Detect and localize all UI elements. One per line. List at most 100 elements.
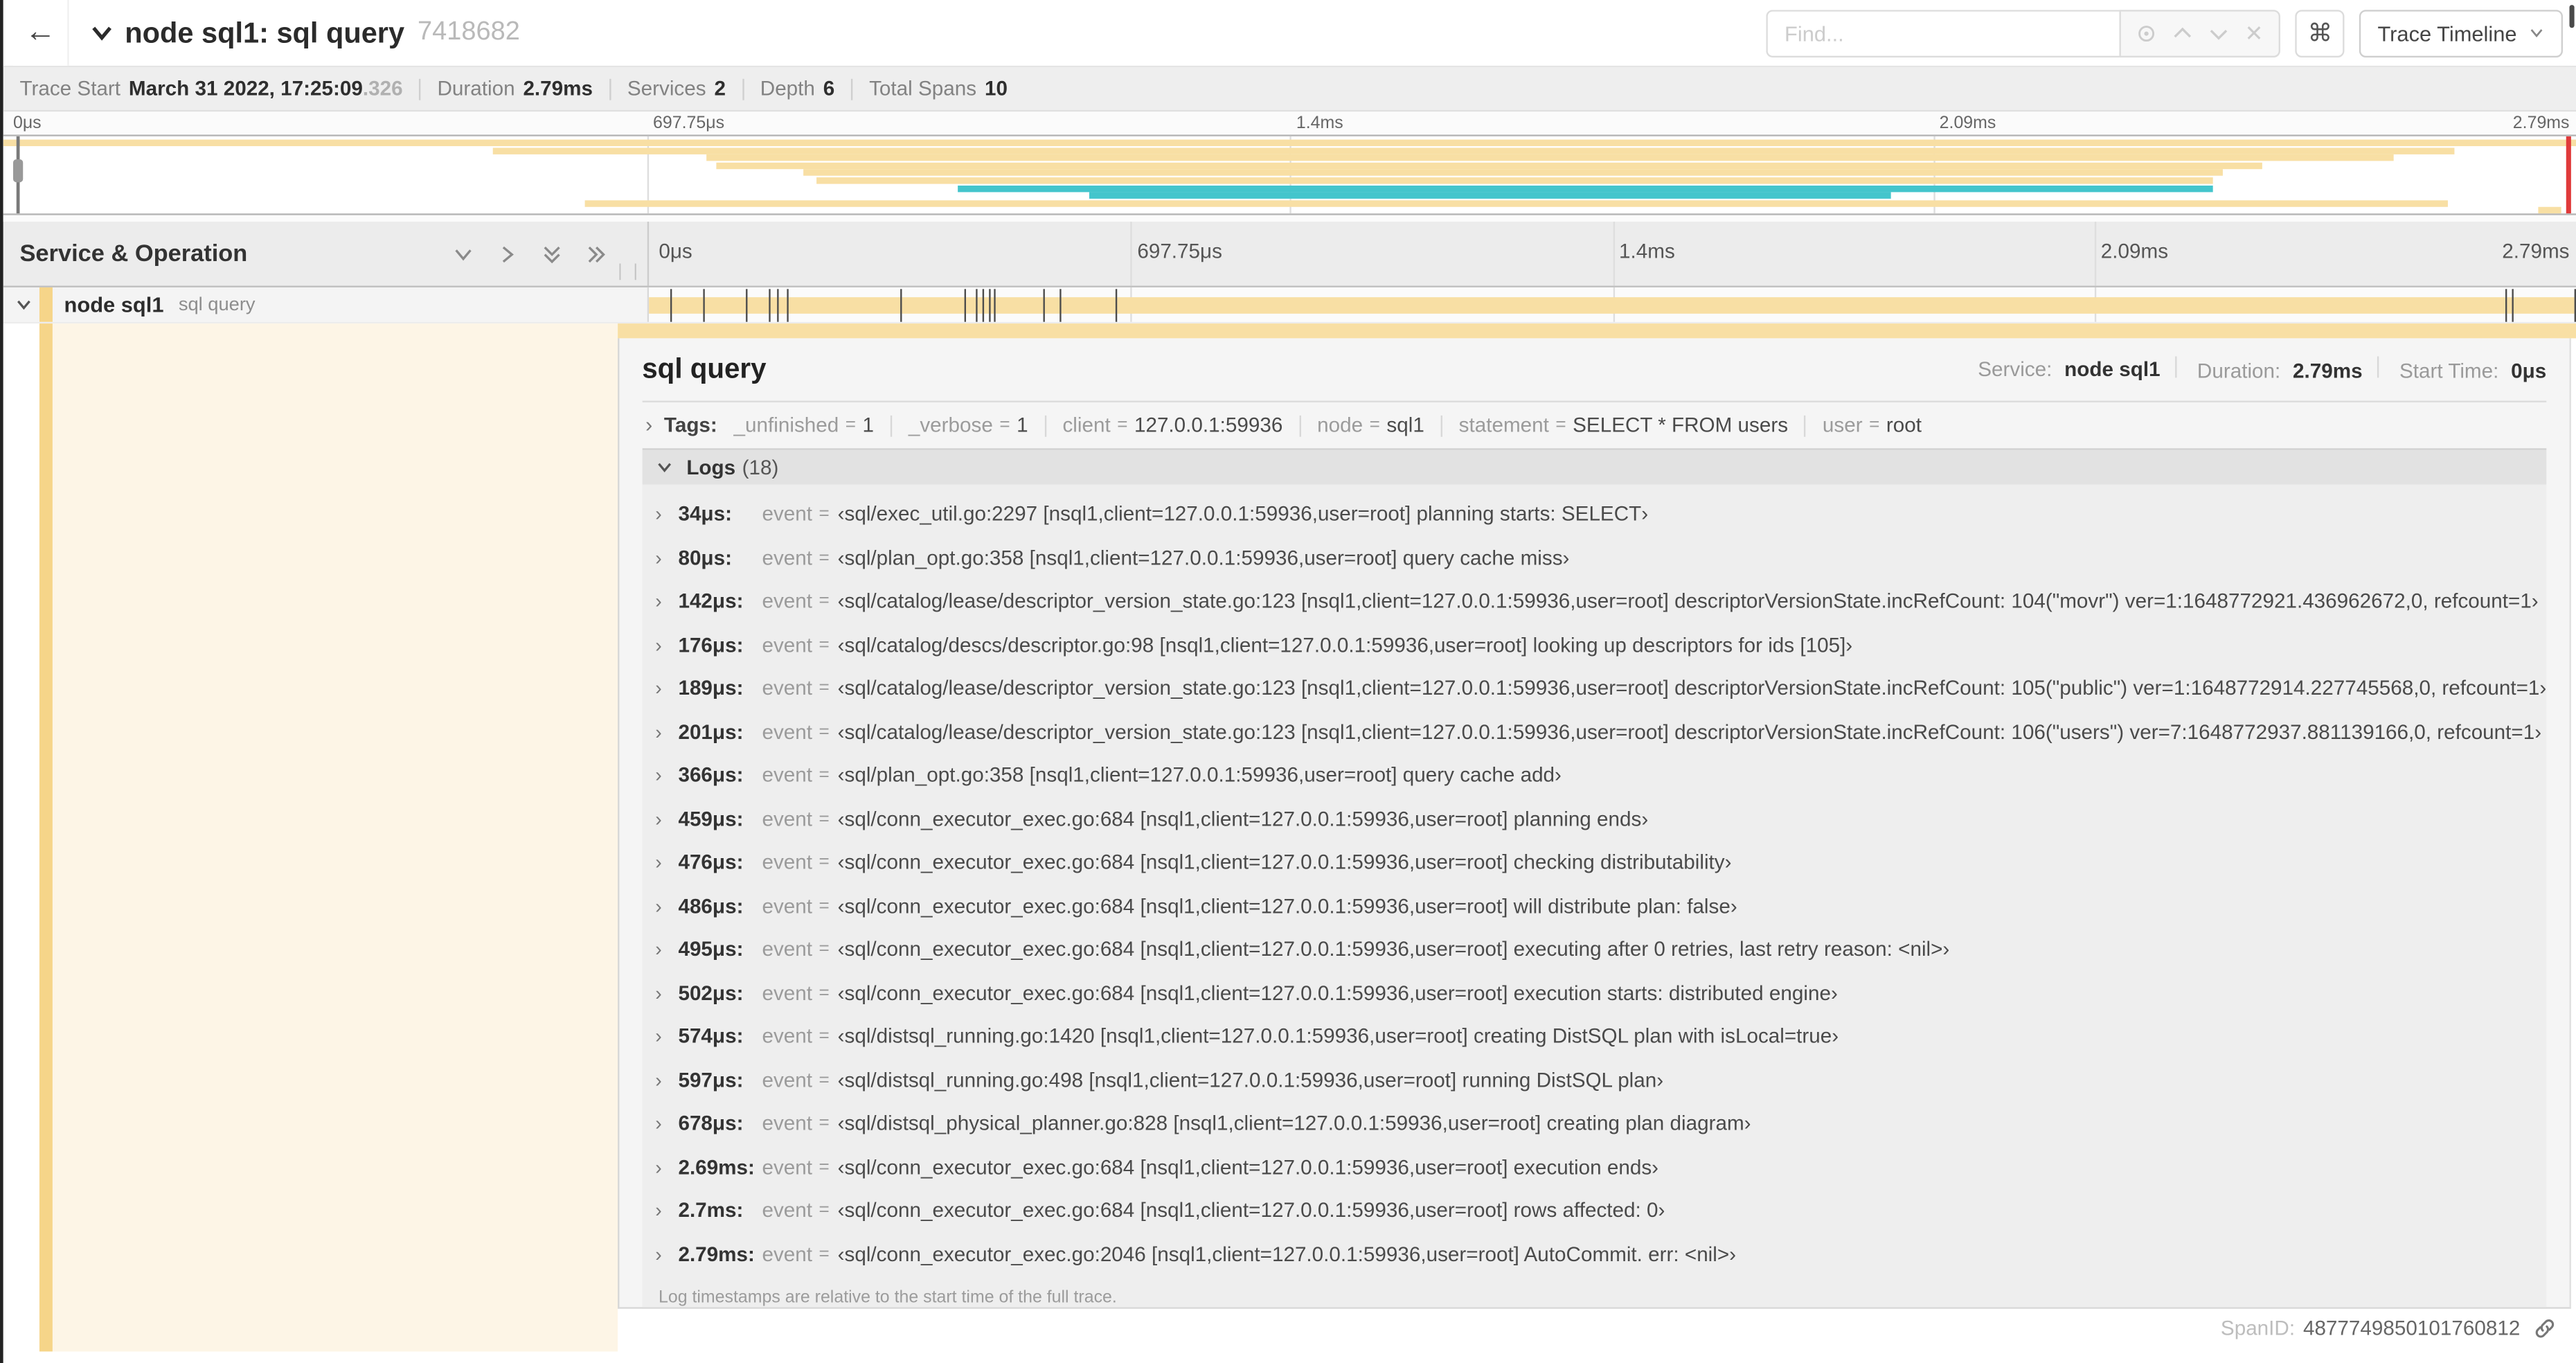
- log-event-key: event: [762, 1068, 813, 1092]
- timeline-gridline: [1612, 222, 1614, 286]
- minimap-left-scrubber[interactable]: [12, 136, 24, 214]
- tags-label: Tags:: [663, 413, 717, 437]
- back-button[interactable]: ←: [12, 0, 69, 66]
- logs-header[interactable]: Logs (18): [642, 449, 2547, 485]
- log-event-key: event: [762, 981, 813, 1005]
- keyboard-shortcuts-button[interactable]: ⌘: [2295, 9, 2345, 57]
- log-equals: =: [819, 1157, 830, 1177]
- log-expand-icon[interactable]: ›: [655, 1025, 678, 1048]
- find-input[interactable]: [1766, 9, 2120, 57]
- next-match-icon[interactable]: [2200, 15, 2236, 51]
- log-expand-icon[interactable]: ›: [655, 503, 678, 526]
- log-equals: =: [819, 896, 830, 916]
- log-timestamp: 201μs:: [678, 720, 744, 744]
- expand-all-icon[interactable]: [585, 242, 608, 265]
- log-expand-icon[interactable]: ›: [655, 677, 678, 700]
- span-row-timeline[interactable]: [649, 287, 2576, 322]
- log-row[interactable]: › 495μs: event = ‹sql/conn_executor_exec…: [655, 928, 2546, 972]
- prev-match-icon[interactable]: [2164, 15, 2200, 51]
- log-row[interactable]: › 80μs: event = ‹sql/plan_opt.go:358 [ns…: [655, 536, 2546, 580]
- log-row[interactable]: › 2.69ms: event = ‹sql/conn_executor_exe…: [655, 1146, 2546, 1189]
- log-timestamp: 189μs:: [678, 677, 744, 700]
- collapse-trace-icon[interactable]: [89, 19, 115, 46]
- minimap-span-bar: [958, 184, 2214, 192]
- log-expand-icon[interactable]: ›: [655, 895, 678, 918]
- log-row[interactable]: › 459μs: event = ‹sql/conn_executor_exec…: [655, 797, 2546, 841]
- detail-row-accent: [617, 323, 2576, 339]
- summary-value: 10: [984, 77, 1008, 100]
- log-expand-icon[interactable]: ›: [655, 981, 678, 1004]
- log-expand-icon[interactable]: ›: [655, 851, 678, 874]
- find-controls: [2119, 9, 2281, 57]
- tags-row[interactable]: › Tags: _unfinished = 1 _verbose = 1 cli…: [642, 402, 2546, 448]
- minimap-canvas[interactable]: [3, 134, 2576, 215]
- logs-collapse-icon[interactable]: [655, 458, 673, 476]
- log-row[interactable]: › 366μs: event = ‹sql/plan_opt.go:358 [n…: [655, 754, 2546, 797]
- log-equals: =: [819, 765, 830, 785]
- summary-label: Duration: [437, 77, 515, 100]
- log-row[interactable]: › 476μs: event = ‹sql/conn_executor_exec…: [655, 841, 2546, 884]
- log-row[interactable]: › 34μs: event = ‹sql/exec_util.go:2297 […: [655, 492, 2546, 536]
- log-expand-icon[interactable]: ›: [655, 764, 678, 787]
- minimap-right-scrubber[interactable]: [2566, 136, 2571, 214]
- log-expand-icon[interactable]: ›: [655, 1156, 678, 1179]
- log-row[interactable]: › 2.7ms: event = ‹sql/conn_executor_exec…: [655, 1189, 2546, 1233]
- log-expand-icon[interactable]: ›: [655, 938, 678, 961]
- ruler-tick-label: 0μs: [659, 240, 692, 263]
- log-expand-icon[interactable]: ›: [655, 1112, 678, 1135]
- log-row[interactable]: › 502μs: event = ‹sql/conn_executor_exec…: [655, 971, 2546, 1015]
- span-duration-bar[interactable]: [649, 297, 2575, 314]
- detail-meta-value: node sql1: [2064, 357, 2161, 382]
- tag-key: statement: [1458, 413, 1549, 437]
- log-expand-icon[interactable]: ›: [655, 634, 678, 657]
- log-row[interactable]: › 2.79ms: event = ‹sql/conn_executor_exe…: [655, 1232, 2546, 1276]
- tag-value: 1: [862, 413, 875, 437]
- view-selector-button[interactable]: Trace Timeline: [2359, 9, 2564, 57]
- deep-link-icon[interactable]: [2533, 1317, 2556, 1340]
- log-expand-icon[interactable]: ›: [655, 1069, 678, 1092]
- span-row-name-column[interactable]: node sql1 sql query: [3, 287, 650, 322]
- span-id-label: SpanID:: [2220, 1317, 2296, 1340]
- log-row[interactable]: › 189μs: event = ‹sql/catalog/lease/desc…: [655, 667, 2546, 711]
- minimap-tick-label: 0μs: [12, 113, 42, 134]
- collapse-one-icon[interactable]: [451, 242, 474, 265]
- log-expand-icon[interactable]: ›: [655, 546, 678, 569]
- span-indent-guide: [39, 287, 53, 322]
- tags-expand-icon[interactable]: ›: [645, 412, 652, 437]
- summary-item: Total Spans 10: [834, 77, 1008, 100]
- trace-id: 7418682: [418, 18, 520, 46]
- log-row[interactable]: › 201μs: event = ‹sql/catalog/lease/desc…: [655, 710, 2546, 754]
- column-resize-grip[interactable]: ❘❘: [613, 262, 644, 280]
- tag-key: node: [1317, 413, 1363, 437]
- log-marker-tick: [1044, 289, 1046, 322]
- log-expand-icon[interactable]: ›: [655, 1199, 678, 1222]
- log-row[interactable]: › 486μs: event = ‹sql/conn_executor_exec…: [655, 884, 2546, 928]
- log-marker-tick: [2512, 289, 2514, 322]
- clear-find-icon[interactable]: [2236, 15, 2272, 51]
- page-scrollbar-thumb[interactable]: [2569, 5, 2575, 28]
- span-collapse-icon[interactable]: [15, 296, 33, 314]
- log-expand-icon[interactable]: ›: [655, 1242, 678, 1265]
- log-row[interactable]: › 678μs: event = ‹sql/distsql_physical_p…: [655, 1102, 2546, 1146]
- log-equals: =: [819, 853, 830, 873]
- summary-value: March 31 2022, 17:25:09: [128, 77, 363, 100]
- log-timestamp: 678μs:: [678, 1112, 744, 1136]
- span-row[interactable]: node sql1 sql query: [3, 287, 2576, 324]
- log-event-value: ‹sql/conn_executor_exec.go:2046 [nsql1,c…: [837, 1242, 1737, 1266]
- collapse-all-icon[interactable]: [541, 242, 564, 265]
- log-row[interactable]: › 142μs: event = ‹sql/catalog/lease/desc…: [655, 580, 2546, 623]
- log-event-value: ‹sql/conn_executor_exec.go:684 [nsql1,cl…: [837, 938, 1950, 961]
- ruler-tick-label: 2.79ms: [2502, 240, 2570, 263]
- log-expand-icon[interactable]: ›: [655, 808, 678, 830]
- log-row[interactable]: › 176μs: event = ‹sql/catalog/descs/desc…: [655, 623, 2546, 667]
- minimap-span-bar: [816, 177, 2214, 184]
- logs-list: › 34μs: event = ‹sql/exec_util.go:2297 […: [642, 484, 2547, 1276]
- log-expand-icon[interactable]: ›: [655, 720, 678, 743]
- log-row[interactable]: › 597μs: event = ‹sql/distsql_running.go…: [655, 1058, 2546, 1102]
- log-row[interactable]: › 574μs: event = ‹sql/distsql_running.go…: [655, 1015, 2546, 1058]
- tag-value: sql1: [1386, 413, 1424, 437]
- focus-match-icon[interactable]: [2128, 15, 2164, 51]
- log-expand-icon[interactable]: ›: [655, 590, 678, 613]
- log-event-value: ‹sql/conn_executor_exec.go:684 [nsql1,cl…: [837, 807, 1649, 831]
- expand-one-icon[interactable]: [496, 242, 519, 265]
